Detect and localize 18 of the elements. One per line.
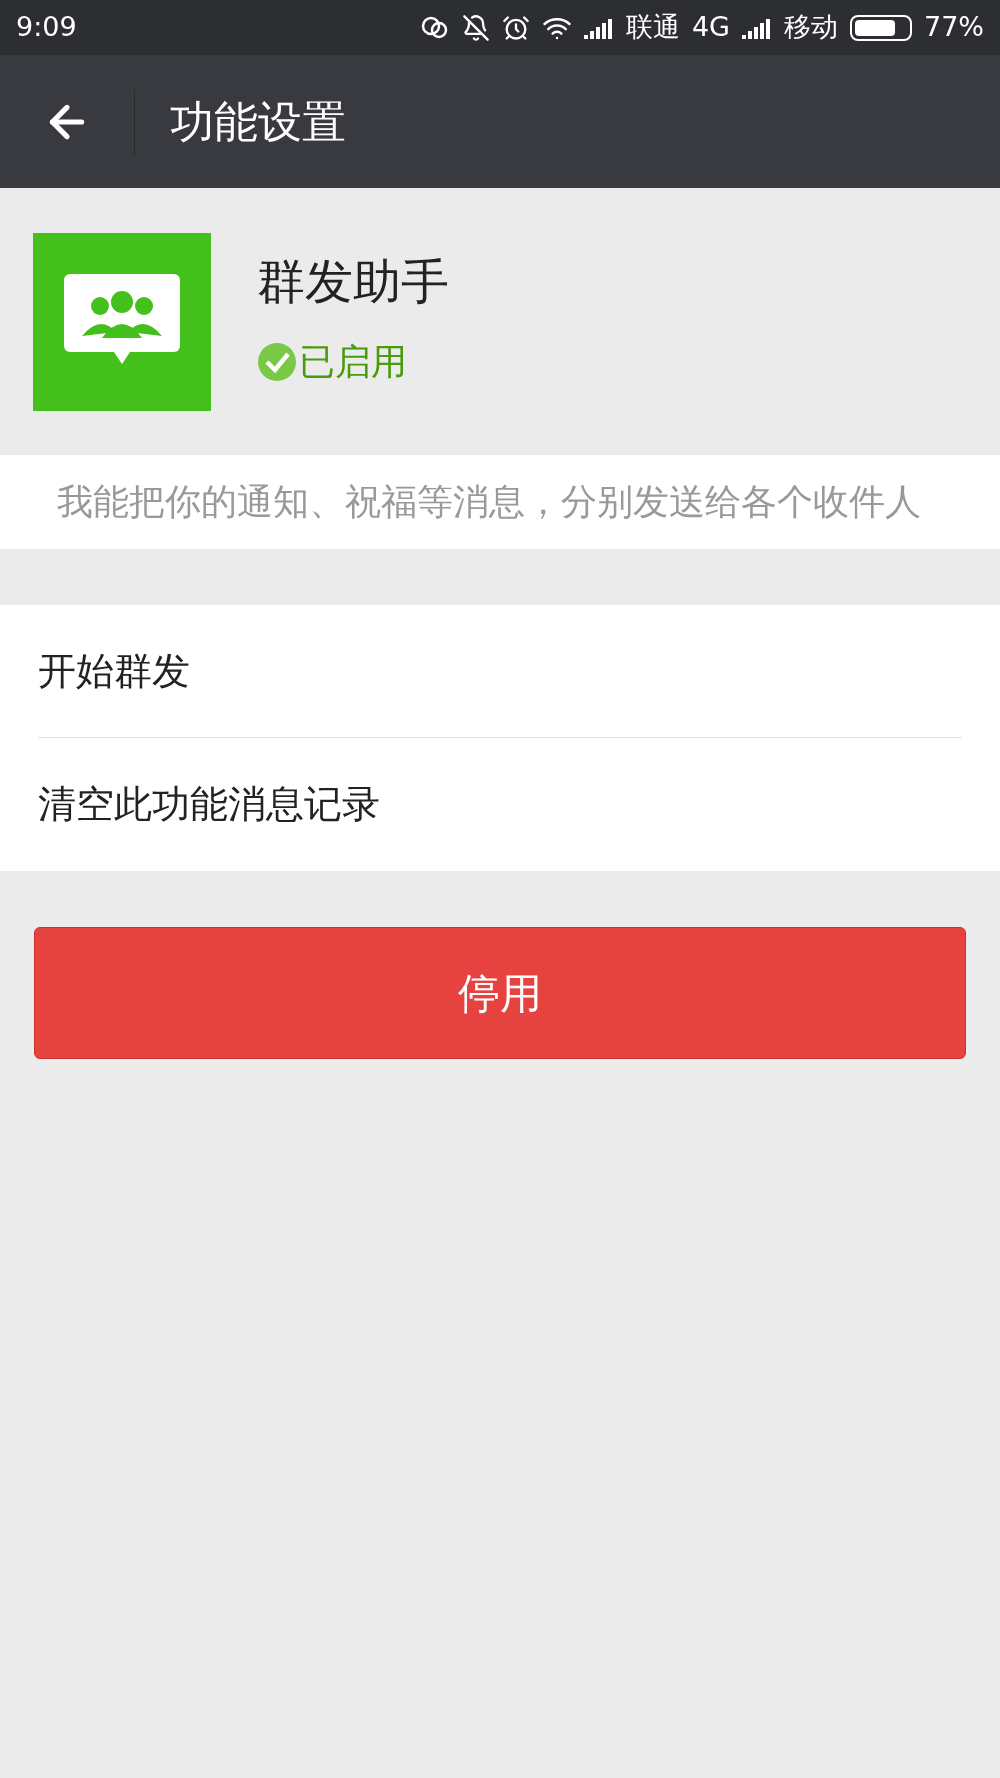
battery-percent: 77% [924,10,984,45]
bell-off-icon [461,13,490,42]
page-title: 功能设置 [170,94,346,149]
signal-icon [742,16,772,39]
feature-description: 我能把你的通知、祝福等消息，分别发送给各个收件人 [57,480,922,524]
menu-item[interactable]: 开始群发 [38,605,962,738]
feature-name: 群发助手 [257,252,449,311]
status-time: 9:09 [16,10,77,45]
disable-button[interactable]: 停用 [34,927,966,1059]
signal-icon [583,16,614,39]
alarm-clock-icon [501,13,530,42]
menu-item[interactable]: 清空此功能消息记录 [38,738,962,871]
carrier-name: 移动 [784,10,838,45]
feature-status: 已启用 [299,340,407,384]
app-logo-icon [33,233,211,411]
carrier-name: 联通 [625,10,680,45]
battery-icon [850,14,912,41]
network-type: 4G [691,10,730,45]
